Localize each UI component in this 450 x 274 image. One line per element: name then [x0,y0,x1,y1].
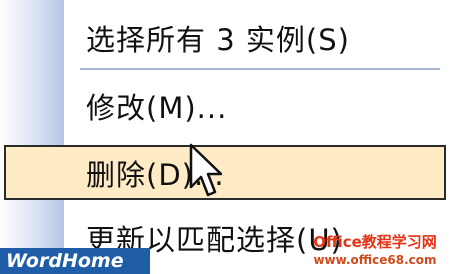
office68-watermark: Office教程学习网 www.office68.com [304,232,446,272]
watermark-url: www.office68.com [313,253,437,267]
menu-separator [80,68,440,70]
watermark-title: Office教程学习网 [313,233,437,251]
menu-item-select-all-instances[interactable]: 选择所有 3 实例(S) [64,8,450,68]
mouse-pointer-icon [189,143,222,197]
menu-icon-gutter [0,0,64,274]
menu-item-label: 修改(M)... [86,91,228,125]
menu-item-modify[interactable]: 修改(M)... [64,76,450,136]
menu-item-label: 选择所有 3 实例(S) [86,23,350,57]
menu-item-delete[interactable]: 删除(D)... [4,145,446,200]
wordhome-watermark: WordHome [0,248,150,274]
